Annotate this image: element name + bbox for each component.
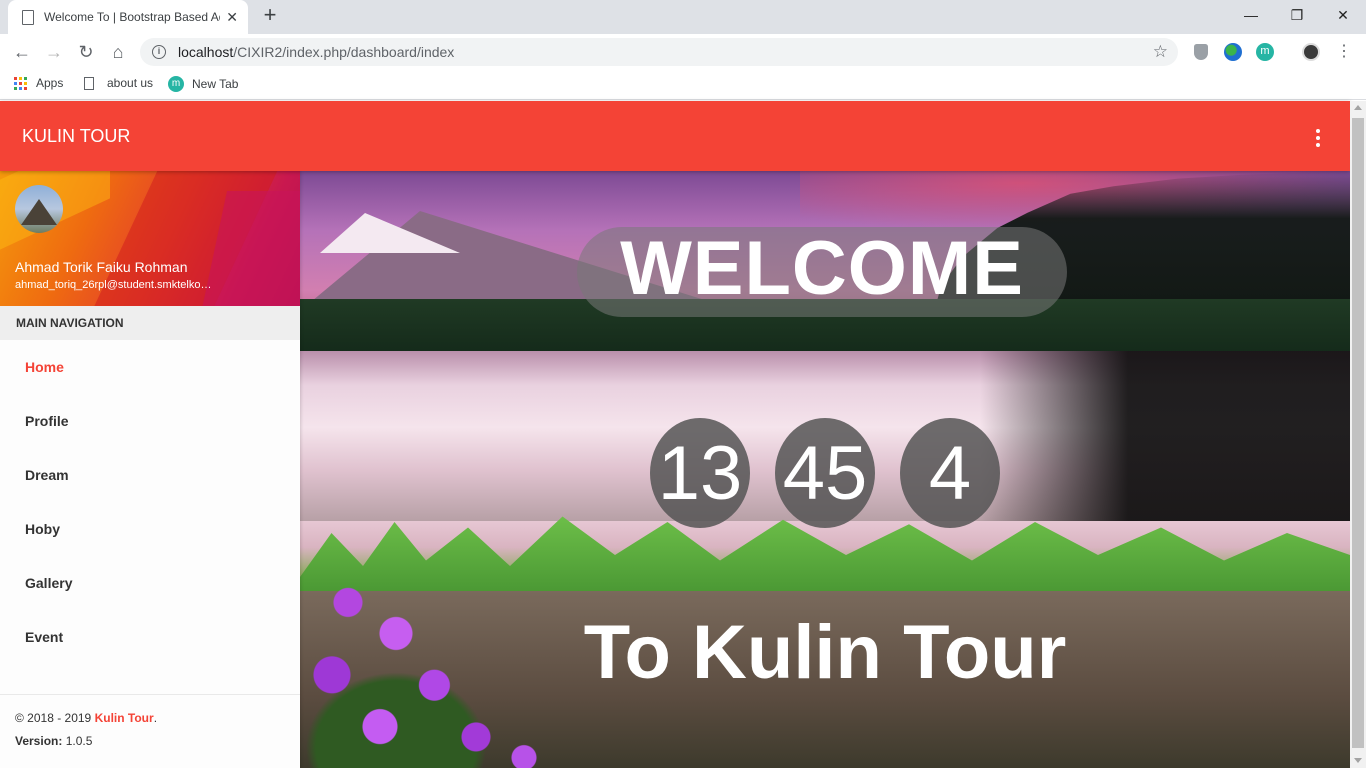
user-email: ahmad_toriq_26rpl@student.smktelkom-mlg.… <box>15 279 215 291</box>
sidebar-item-event[interactable]: Event <box>0 610 300 664</box>
tab-title: Welcome To | Bootstrap Based Admin Templ… <box>44 10 220 24</box>
window-close-button[interactable]: ✕ <box>1320 0 1366 30</box>
page-scrollbar[interactable] <box>1350 101 1366 768</box>
clock-hours: 13 <box>650 418 750 528</box>
copyright-text: © 2018 - 2019 <box>15 711 95 725</box>
bookmark-new-tab[interactable]: m New Tab <box>168 76 238 92</box>
copyright: © 2018 - 2019 Kulin Tour. <box>15 711 285 725</box>
sidebar-item-dream[interactable]: Dream <box>0 448 300 502</box>
clock-seconds: 4 <box>900 418 1000 528</box>
site-info-icon[interactable]: i <box>152 45 166 59</box>
browser-menu-icon[interactable]: ⋮ <box>1332 40 1356 64</box>
sidebar-item-profile[interactable]: Profile <box>0 394 300 448</box>
left-sidebar: Ahmad Torik Faiku Rohman ahmad_toriq_26r… <box>0 171 300 768</box>
shield-extension-icon[interactable] <box>1194 44 1208 60</box>
forward-arrow-icon[interactable]: → <box>42 40 66 64</box>
bookmark-label: New Tab <box>192 77 239 91</box>
bookmark-apps[interactable]: Apps <box>14 76 63 90</box>
avatar[interactable] <box>15 185 63 233</box>
browser-tabstrip: Welcome To | Bootstrap Based Admin Templ… <box>0 0 1366 34</box>
sidebar-item-hoby[interactable]: Hoby <box>0 502 300 556</box>
menu-header: MAIN NAVIGATION <box>0 306 300 340</box>
version-info: Version: 1.0.5 <box>15 734 285 748</box>
scroll-down-arrow-icon[interactable] <box>1354 758 1362 763</box>
version-value: 1.0.5 <box>65 734 93 748</box>
new-tab-button[interactable]: + <box>258 4 282 28</box>
copyright-suffix: . <box>153 711 158 725</box>
bookmarks-bar: Apps about us m New Tab <box>0 70 1366 100</box>
bookmark-about-us[interactable]: about us <box>84 76 153 90</box>
clock-minutes: 45 <box>775 418 875 528</box>
m-icon: m <box>168 76 184 92</box>
window-maximize-button[interactable]: ❐ <box>1274 0 1320 30</box>
more-vert-icon[interactable] <box>1316 129 1322 147</box>
m-extension-icon[interactable]: m <box>1256 43 1274 61</box>
bookmark-star-icon[interactable]: ☆ <box>1153 42 1168 62</box>
url-host: localhost <box>178 44 234 60</box>
sidebar-item-gallery[interactable]: Gallery <box>0 556 300 610</box>
reload-icon[interactable]: ↻ <box>74 40 98 64</box>
url-path: /CIXIR2/index.php/dashboard/index <box>233 44 455 60</box>
document-icon <box>84 76 94 90</box>
browser-toolbar: ← → ↻ ⌂ i localhost/CIXIR2/index.php/das… <box>0 34 1366 70</box>
apps-grid-icon <box>14 76 27 90</box>
address-url[interactable]: localhost/CIXIR2/index.php/dashboard/ind… <box>178 44 454 60</box>
scroll-thumb[interactable] <box>1352 118 1364 748</box>
brand-title[interactable]: KULIN TOUR <box>22 126 130 147</box>
window-minimize-button[interactable]: — <box>1228 0 1274 30</box>
welcome-heading: WELCOME <box>620 226 1024 311</box>
user-info-panel: Ahmad Torik Faiku Rohman ahmad_toriq_26r… <box>0 171 300 306</box>
tab-close-icon[interactable]: ✕ <box>226 9 238 26</box>
page-document-icon <box>22 9 34 25</box>
bookmark-label: Apps <box>36 76 64 90</box>
home-icon[interactable]: ⌂ <box>106 40 130 64</box>
address-bar[interactable]: i localhost/CIXIR2/index.php/dashboard/i… <box>140 38 1178 66</box>
app-header: KULIN TOUR <box>0 101 1350 171</box>
profile-avatar-icon[interactable] <box>1302 43 1320 61</box>
sidebar-footer: © 2018 - 2019 Kulin Tour. Version: 1.0.5 <box>0 694 300 768</box>
sidebar-item-home[interactable]: Home <box>0 340 300 394</box>
copyright-brand-link[interactable]: Kulin Tour <box>95 711 154 725</box>
bookmark-label: about us <box>107 76 154 90</box>
globe-extension-icon[interactable] <box>1224 43 1242 61</box>
scroll-up-arrow-icon[interactable] <box>1354 105 1362 110</box>
version-label: Version: <box>15 734 66 748</box>
hero-tagline: To Kulin Tour <box>583 610 1067 695</box>
hero-banner: WELCOME 13 45 4 To Kulin Tour <box>300 171 1350 768</box>
browser-tab[interactable]: Welcome To | Bootstrap Based Admin Templ… <box>8 0 248 34</box>
user-name: Ahmad Torik Faiku Rohman <box>15 259 188 275</box>
back-arrow-icon[interactable]: ← <box>10 40 34 64</box>
